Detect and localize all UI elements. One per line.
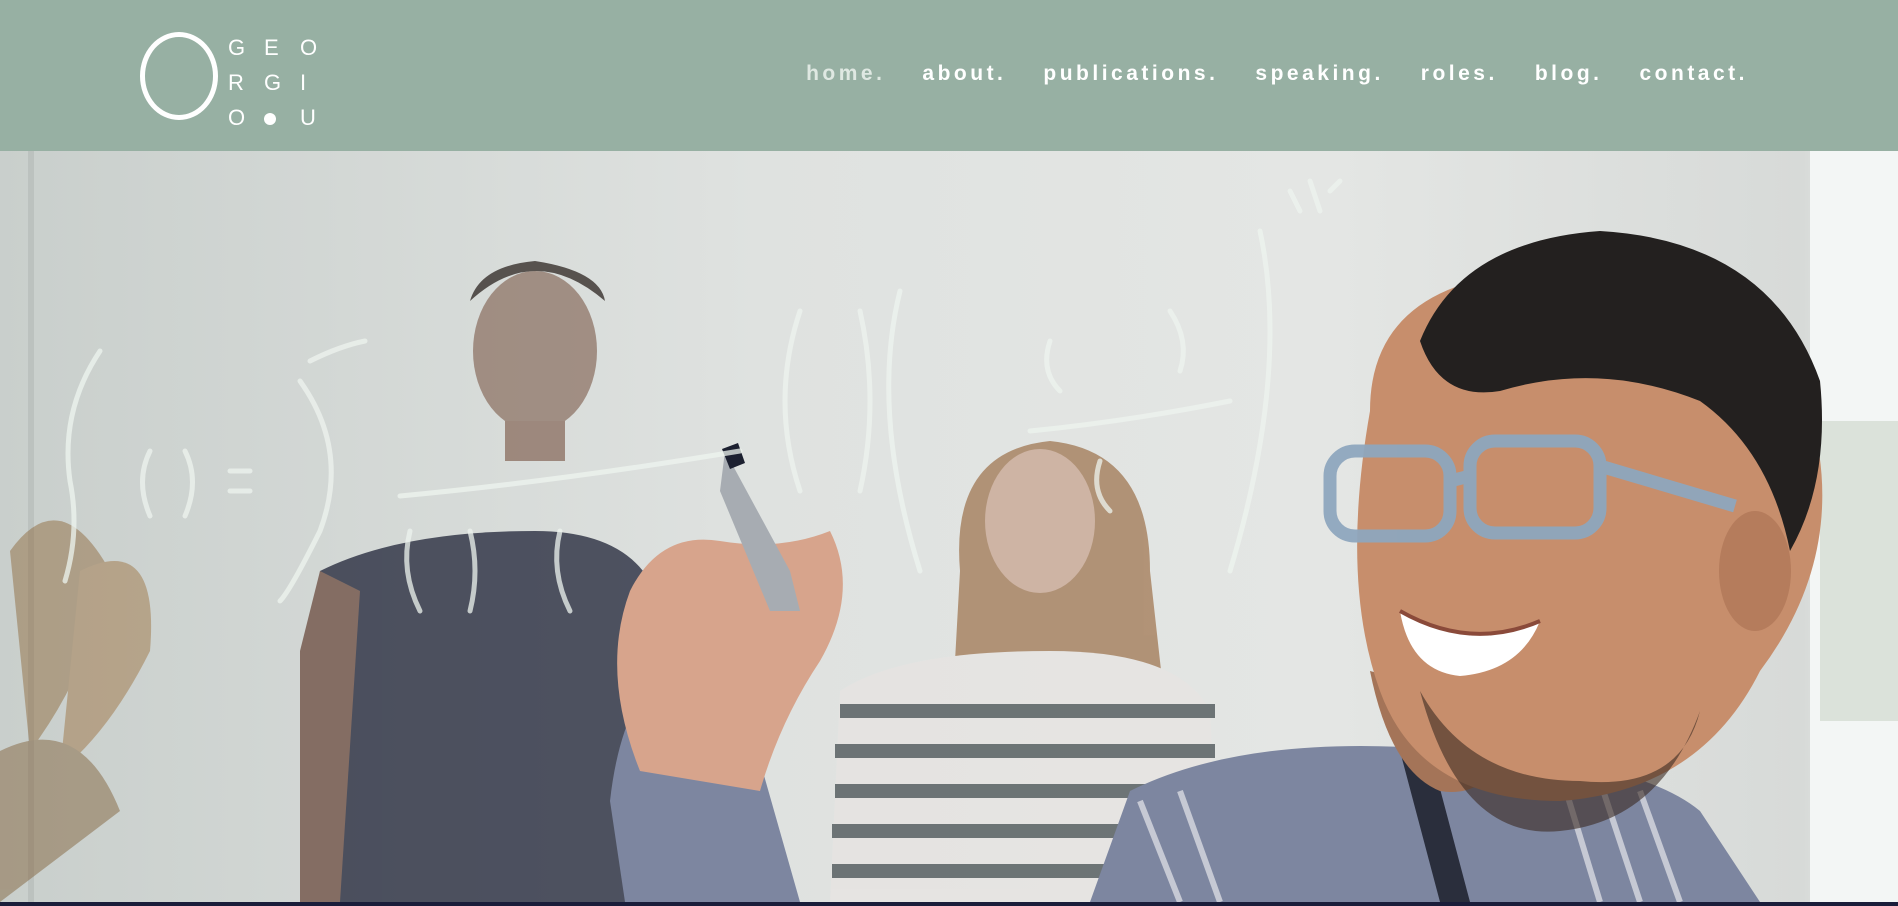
logo-dot-icon: [264, 100, 300, 135]
logo-letter: U: [300, 105, 317, 130]
background-person-left: [300, 261, 660, 902]
nav-item-home[interactable]: home.: [806, 62, 885, 86]
nav-item-contact[interactable]: contact.: [1639, 62, 1748, 86]
logo-letter: G: [264, 70, 283, 95]
nav-item-speaking[interactable]: speaking.: [1255, 62, 1383, 86]
window-greenery: [1820, 421, 1898, 721]
logo-letter-grid: G E O R G I O U: [228, 30, 336, 135]
hero-photo-illustration: [0, 151, 1898, 902]
hero-image: [0, 151, 1898, 902]
logo-letter: E: [264, 35, 280, 60]
bottom-strip: [0, 902, 1898, 906]
site-logo[interactable]: G E O R G I O U: [138, 30, 328, 130]
nav-item-about[interactable]: about.: [922, 62, 1006, 86]
logo-letter: O: [300, 35, 319, 60]
logo-letter: G: [228, 35, 247, 60]
nav-item-blog[interactable]: blog.: [1535, 62, 1603, 86]
main-nav: home. about. publications. speaking. rol…: [806, 62, 1748, 86]
plant-silhouette: [0, 520, 152, 902]
nav-item-roles[interactable]: roles.: [1421, 62, 1498, 86]
logo-ring-icon: [140, 32, 218, 120]
site-header: G E O R G I O U home. about. publication…: [0, 0, 1898, 151]
logo-letter: R: [228, 70, 245, 95]
nav-item-publications[interactable]: publications.: [1043, 62, 1218, 86]
logo-letter: O: [228, 105, 247, 130]
logo-letter: I: [300, 70, 308, 95]
